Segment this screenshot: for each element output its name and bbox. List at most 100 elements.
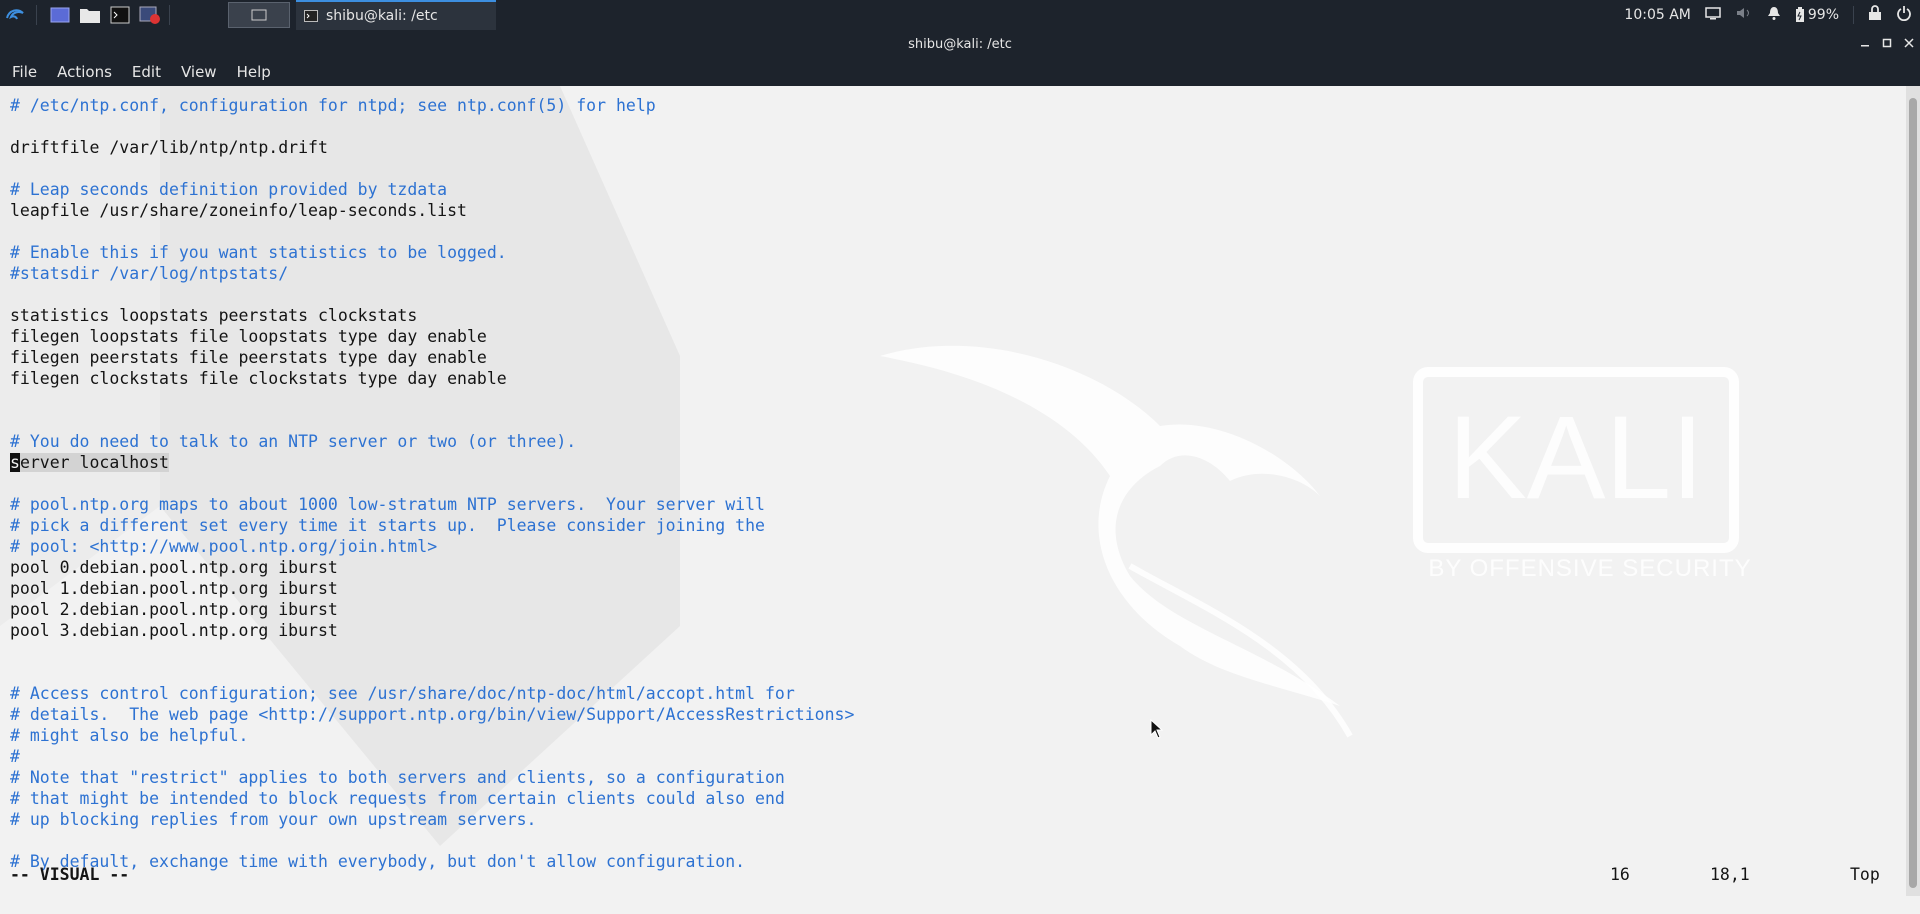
volume-muted-icon[interactable]: [1735, 6, 1753, 24]
editor-line[interactable]: # Enable this if you want statistics to …: [10, 242, 854, 263]
comment-text: # Note that "restrict" applies to both s…: [10, 768, 785, 787]
menu-help[interactable]: Help: [237, 63, 271, 81]
editor-line[interactable]: # /etc/ntp.conf, configuration for ntpd;…: [10, 95, 854, 116]
config-text: pool 3.debian.pool.ntp.org iburst: [10, 621, 338, 640]
config-text: filegen peerstats file peerstats type da…: [10, 348, 487, 367]
editor-line[interactable]: pool 1.debian.pool.ntp.org iburst: [10, 578, 854, 599]
minimize-icon[interactable]: [1860, 37, 1870, 52]
editor-line[interactable]: [10, 410, 854, 431]
comment-text: # pool: <http://www.pool.ntp.org/join.ht…: [10, 537, 438, 556]
editor-line[interactable]: [10, 158, 854, 179]
display-icon[interactable]: [1705, 6, 1721, 24]
editor-line[interactable]: filegen clockstats file clockstats type …: [10, 368, 854, 389]
comment-text: # /etc/ntp.conf, configuration for ntpd;…: [10, 96, 656, 115]
editor-line[interactable]: server localhost: [10, 452, 854, 473]
taskbar-separator-2: [169, 5, 170, 25]
editor-line[interactable]: #statsdir /var/log/ntpstats/: [10, 263, 854, 284]
file-content[interactable]: # /etc/ntp.conf, configuration for ntpd;…: [10, 95, 854, 872]
window-controls: [1860, 30, 1914, 58]
task-title: shibu@kali: /etc: [326, 8, 438, 24]
notification-bell-icon[interactable]: [1767, 5, 1781, 25]
editor-line[interactable]: leapfile /usr/share/zoneinfo/leap-second…: [10, 200, 854, 221]
comment-text: # pool.ntp.org maps to about 1000 low-st…: [10, 495, 765, 514]
vim-status-line: -- VISUAL -- 16 18,1 Top: [0, 865, 1906, 887]
battery-percent: 99%: [1807, 7, 1839, 23]
tray-separator: [1853, 6, 1854, 24]
window-titlebar[interactable]: shibu@kali: /etc: [0, 30, 1920, 58]
menu-bar: File Actions Edit View Help: [0, 58, 1920, 86]
menu-view[interactable]: View: [181, 63, 217, 81]
editor-line[interactable]: #: [10, 746, 854, 767]
comment-text: #: [10, 747, 20, 766]
editor-line[interactable]: pool 2.debian.pool.ntp.org iburst: [10, 599, 854, 620]
config-text: filegen clockstats file clockstats type …: [10, 369, 507, 388]
editor-line[interactable]: filegen peerstats file peerstats type da…: [10, 347, 854, 368]
browser-launcher-icon[interactable]: [137, 2, 163, 28]
comment-text: # Access control configuration; see /usr…: [10, 684, 795, 703]
scrollbar-thumb[interactable]: [1909, 98, 1917, 888]
comment-text: #statsdir /var/log/ntpstats/: [10, 264, 289, 283]
menu-actions[interactable]: Actions: [57, 63, 112, 81]
config-text: pool 2.debian.pool.ntp.org iburst: [10, 600, 338, 619]
selection-count: 16: [1610, 865, 1630, 884]
editor-line[interactable]: pool 0.debian.pool.ntp.org iburst: [10, 557, 854, 578]
top-panel: shibu@kali: /etc 10:05 AM 99%: [0, 0, 1920, 30]
menu-edit[interactable]: Edit: [132, 63, 161, 81]
kali-dragon-icon: [6, 9, 24, 20]
cursor-position: 18,1: [1710, 865, 1750, 884]
terminal-area[interactable]: KALI BY OFFENSIVE SECURITY # /etc/ntp.co…: [0, 86, 1906, 896]
kali-menu-button[interactable]: [0, 0, 30, 30]
mouse-pointer-icon: [1150, 719, 1164, 739]
taskbar-separator: [36, 5, 37, 25]
editor-line[interactable]: [10, 641, 854, 662]
wallpaper-tagline: BY OFFENSIVE SECURITY: [1428, 555, 1751, 582]
close-icon[interactable]: [1904, 37, 1914, 52]
editor-line[interactable]: # Access control configuration; see /usr…: [10, 683, 854, 704]
comment-text: # that might be intended to block reques…: [10, 789, 785, 808]
editor-line[interactable]: # details. The web page <http://support.…: [10, 704, 854, 725]
editor-line[interactable]: # Leap seconds definition provided by tz…: [10, 179, 854, 200]
menu-file[interactable]: File: [12, 63, 37, 81]
editor-line[interactable]: [10, 116, 854, 137]
clock[interactable]: 10:05 AM: [1624, 7, 1690, 23]
dragon-icon: [880, 345, 1340, 706]
comment-text: # Enable this if you want statistics to …: [10, 243, 507, 262]
maximize-icon[interactable]: [1882, 37, 1892, 52]
editor-line[interactable]: # pick a different set every time it sta…: [10, 515, 854, 536]
editor-line[interactable]: driftfile /var/lib/ntp/ntp.drift: [10, 137, 854, 158]
editor-line[interactable]: # Note that "restrict" applies to both s…: [10, 767, 854, 788]
workspace-switcher[interactable]: [228, 2, 290, 28]
editor-line[interactable]: # up blocking replies from your own upst…: [10, 809, 854, 830]
taskbar-task-terminal[interactable]: shibu@kali: /etc: [296, 0, 496, 30]
selected-text: erver localhost: [19, 453, 169, 472]
workspace-window-icon: [251, 9, 267, 21]
editor-line[interactable]: pool 3.debian.pool.ntp.org iburst: [10, 620, 854, 641]
terminal-launcher-icon[interactable]: [107, 2, 133, 28]
editor-line[interactable]: # pool: <http://www.pool.ntp.org/join.ht…: [10, 536, 854, 557]
file-manager-icon[interactable]: [77, 2, 103, 28]
comment-text: # You do need to talk to an NTP server o…: [10, 432, 577, 451]
show-desktop-icon[interactable]: [47, 2, 73, 28]
lock-icon[interactable]: [1868, 5, 1882, 25]
logout-icon[interactable]: [1896, 5, 1912, 25]
editor-line[interactable]: [10, 284, 854, 305]
editor-line[interactable]: [10, 662, 854, 683]
battery-indicator[interactable]: 99%: [1795, 7, 1839, 23]
editor-line[interactable]: statistics loopstats peerstats clockstat…: [10, 305, 854, 326]
editor-line[interactable]: filegen loopstats file loopstats type da…: [10, 326, 854, 347]
config-text: driftfile /var/lib/ntp/ntp.drift: [10, 138, 328, 157]
editor-line[interactable]: [10, 389, 854, 410]
terminal-scrollbar[interactable]: [1906, 86, 1920, 896]
config-text: pool 1.debian.pool.ntp.org iburst: [10, 579, 338, 598]
scroll-position: Top: [1850, 865, 1880, 884]
comment-text: # details. The web page <http://support.…: [10, 705, 855, 724]
editor-line[interactable]: [10, 221, 854, 242]
editor-line[interactable]: # pool.ntp.org maps to about 1000 low-st…: [10, 494, 854, 515]
config-text: leapfile /usr/share/zoneinfo/leap-second…: [10, 201, 467, 220]
editor-line[interactable]: # that might be intended to block reques…: [10, 788, 854, 809]
config-text: pool 0.debian.pool.ntp.org iburst: [10, 558, 338, 577]
editor-line[interactable]: # might also be helpful.: [10, 725, 854, 746]
editor-line[interactable]: # You do need to talk to an NTP server o…: [10, 431, 854, 452]
editor-line[interactable]: [10, 473, 854, 494]
editor-line[interactable]: [10, 830, 854, 851]
